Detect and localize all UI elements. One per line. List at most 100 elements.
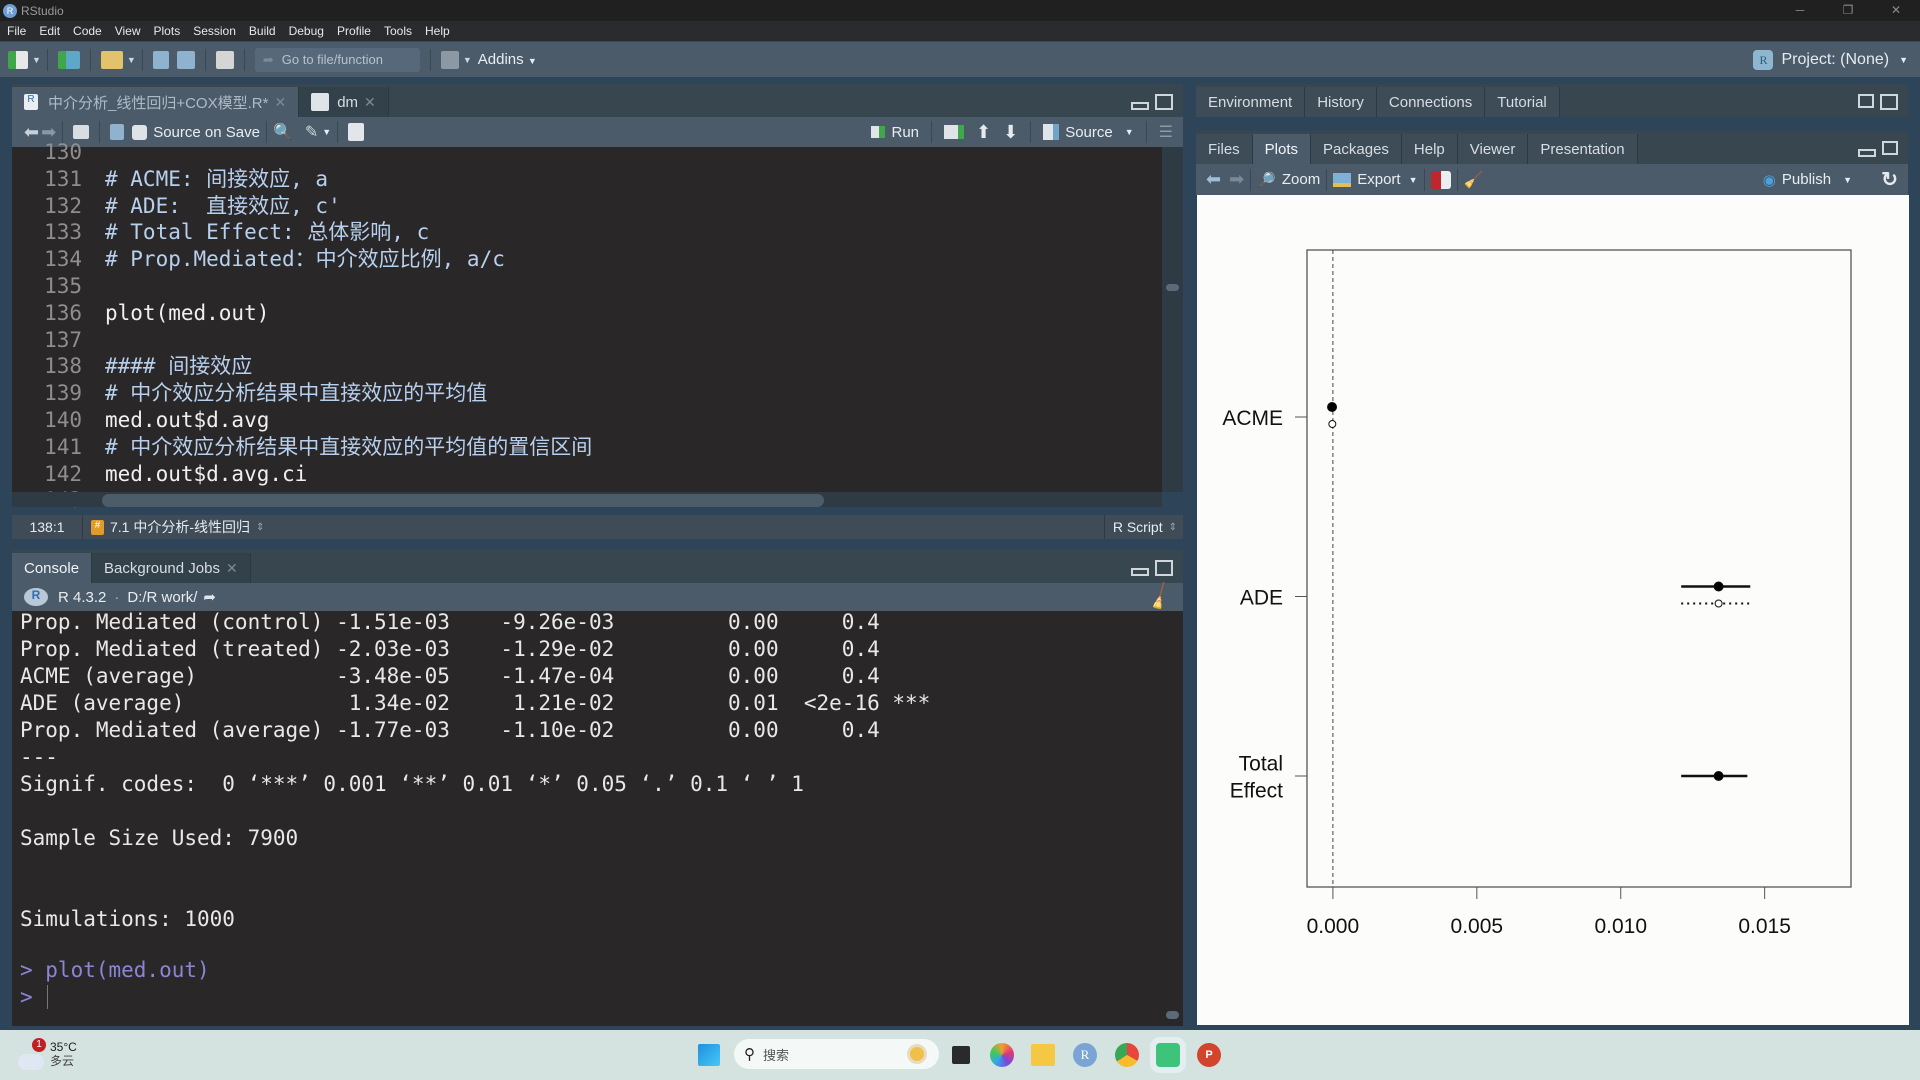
goto-file-function-input[interactable]: ➦ Go to file/function	[254, 47, 420, 72]
chevron-down-icon[interactable]: ▼	[127, 55, 136, 65]
menu-session[interactable]: Session	[186, 24, 242, 38]
save-icon[interactable]	[110, 124, 125, 140]
minimize-pane-icon[interactable]	[1131, 568, 1149, 576]
console-output[interactable]: Prop. Mediated (control) -1.51e-03 -9.26…	[12, 611, 1162, 1026]
windows-start-icon[interactable]	[698, 1044, 720, 1066]
save-all-icon[interactable]	[176, 50, 195, 69]
chrome-icon[interactable]	[1115, 1043, 1139, 1067]
tab-plots[interactable]: Plots	[1252, 134, 1312, 164]
code-line[interactable]: # ADE: 直接效应, c'	[105, 193, 592, 220]
code-line[interactable]: # Prop.Mediated：中介效应比例, a/c	[105, 246, 592, 273]
chevron-down-icon[interactable]: ▼	[463, 55, 472, 65]
addins-menu[interactable]: Addins ▼	[478, 51, 537, 68]
file-explorer-icon[interactable]	[1031, 1044, 1055, 1066]
clear-all-plots-broom-icon[interactable]: 🧹	[1464, 170, 1484, 190]
restore-button[interactable]: ❐	[1824, 0, 1872, 21]
code-line[interactable]: #### 间接效应	[105, 353, 592, 380]
restore-pane-icon[interactable]	[1858, 94, 1874, 108]
tab-help[interactable]: Help	[1401, 134, 1458, 164]
run-button[interactable]: Run	[871, 124, 919, 141]
menu-profile[interactable]: Profile	[330, 24, 377, 38]
chevron-down-icon[interactable]: ▼	[322, 127, 331, 137]
close-tab-icon[interactable]: ✕	[274, 94, 286, 111]
code-line[interactable]: # Total Effect: 总体影响, c	[105, 219, 592, 246]
tab-background-jobs[interactable]: Background Jobs ✕	[92, 553, 251, 583]
code-line[interactable]: # 中介效应分析结果中直接效应的平均值	[105, 380, 592, 407]
active-app-icon[interactable]	[1156, 1043, 1180, 1067]
code-content[interactable]: # ACME: 间接效应, a # ADE: 直接效应, c' # Total Ef…	[105, 139, 592, 514]
outline-icon[interactable]: ☰	[1159, 122, 1173, 142]
maximize-pane-icon[interactable]	[1880, 94, 1898, 110]
menu-debug[interactable]: Debug	[282, 24, 330, 38]
filetype-selector[interactable]: R Script ⇕	[1103, 515, 1177, 539]
minimize-pane-icon[interactable]	[1858, 149, 1876, 157]
minimize-pane-icon[interactable]	[1131, 102, 1149, 110]
show-in-window-icon[interactable]	[73, 125, 90, 139]
editor-horizontal-scrollbar[interactable]	[12, 492, 1162, 507]
code-line[interactable]	[105, 139, 592, 166]
menu-view[interactable]: View	[108, 24, 147, 38]
tab-tutorial[interactable]: Tutorial	[1485, 87, 1560, 117]
code-line[interactable]: # 中介效应分析结果中直接效应的平均值的置信区间	[105, 434, 592, 461]
close-button[interactable]: ✕	[1872, 0, 1920, 21]
previous-plot-icon[interactable]: ⬅	[1206, 169, 1221, 190]
code-line[interactable]: plot(med.out)	[105, 300, 592, 327]
menu-help[interactable]: Help	[418, 24, 456, 38]
maximize-pane-icon[interactable]	[1155, 94, 1173, 110]
editor-tab-dm[interactable]: dm ✕	[299, 87, 389, 117]
tab-files[interactable]: Files	[1196, 134, 1253, 164]
zoom-button[interactable]: 🔎 Zoom	[1257, 171, 1320, 189]
source-button[interactable]: Source ▼	[1043, 124, 1134, 141]
app-colorful-icon[interactable]	[990, 1043, 1014, 1067]
clear-console-icon[interactable]: 🧹	[1144, 580, 1178, 614]
editor-tab-script[interactable]: R 中介分析_线性回归+COX模型.R* ✕	[12, 87, 300, 117]
close-tab-icon[interactable]: ✕	[226, 560, 238, 577]
print-icon[interactable]	[215, 50, 234, 69]
pane-layout-icon[interactable]	[440, 50, 459, 69]
code-line[interactable]	[105, 327, 592, 354]
scrollbar-thumb[interactable]	[1166, 1011, 1179, 1019]
next-plot-icon[interactable]: ➡	[1229, 169, 1244, 190]
new-project-icon[interactable]	[57, 50, 80, 69]
publish-button[interactable]: ◉ Publish ▼	[1763, 171, 1852, 189]
console-prompt[interactable]: >	[20, 984, 61, 1011]
scrollbar-thumb[interactable]	[102, 494, 824, 507]
menu-build[interactable]: Build	[242, 24, 282, 38]
export-button[interactable]: Export ▼	[1333, 171, 1418, 188]
tab-connections[interactable]: Connections	[1376, 87, 1486, 117]
tab-presentation[interactable]: Presentation	[1528, 134, 1638, 164]
taskbar-search[interactable]: ⚲ 搜索	[734, 1039, 939, 1069]
weather-widget[interactable]: 1 35°C 多云	[18, 1038, 77, 1070]
save-icon[interactable]	[152, 50, 169, 69]
code-line[interactable]: # ACME: 间接效应, a	[105, 166, 592, 193]
scrollbar-thumb[interactable]	[1166, 284, 1179, 291]
editor-vertical-scrollbar[interactable]	[1162, 147, 1183, 492]
task-view-icon[interactable]	[952, 1046, 970, 1064]
code-line[interactable]: med.out$d.avg.ci	[105, 461, 592, 488]
remove-plot-icon[interactable]	[1430, 170, 1451, 189]
rstudio-taskbar-icon[interactable]: R	[1073, 1043, 1097, 1067]
tab-environment[interactable]: Environment	[1196, 87, 1306, 117]
console-scrollbar[interactable]	[1162, 611, 1183, 1026]
project-menu[interactable]: R Project: (None) ▼	[1753, 50, 1908, 70]
minimize-button[interactable]: ─	[1776, 0, 1824, 21]
open-file-icon[interactable]	[100, 50, 123, 69]
new-file-icon[interactable]	[8, 50, 28, 69]
menu-tools[interactable]: Tools	[377, 24, 418, 38]
restore-pane-icon[interactable]	[1882, 141, 1898, 155]
tab-history[interactable]: History	[1305, 87, 1377, 117]
menu-plots[interactable]: Plots	[147, 24, 187, 38]
maximize-pane-icon[interactable]	[1155, 560, 1173, 576]
menu-file[interactable]: File	[0, 24, 32, 38]
tab-packages[interactable]: Packages	[1311, 134, 1402, 164]
source-on-save-checkbox[interactable]	[132, 124, 148, 140]
powerpoint-icon[interactable]: P	[1197, 1043, 1221, 1067]
close-tab-icon[interactable]: ✕	[364, 94, 376, 111]
code-line[interactable]	[105, 273, 592, 300]
section-navigator[interactable]: # 7.1 中介分析-线性回归 ⇕	[91, 517, 264, 537]
tab-console[interactable]: Console	[12, 553, 93, 583]
up-arrow-icon[interactable]: ⬆	[976, 122, 991, 143]
code-line[interactable]: med.out$d.avg	[105, 407, 592, 434]
tab-viewer[interactable]: Viewer	[1457, 134, 1529, 164]
go-to-directory-icon[interactable]: ➦	[203, 588, 216, 606]
